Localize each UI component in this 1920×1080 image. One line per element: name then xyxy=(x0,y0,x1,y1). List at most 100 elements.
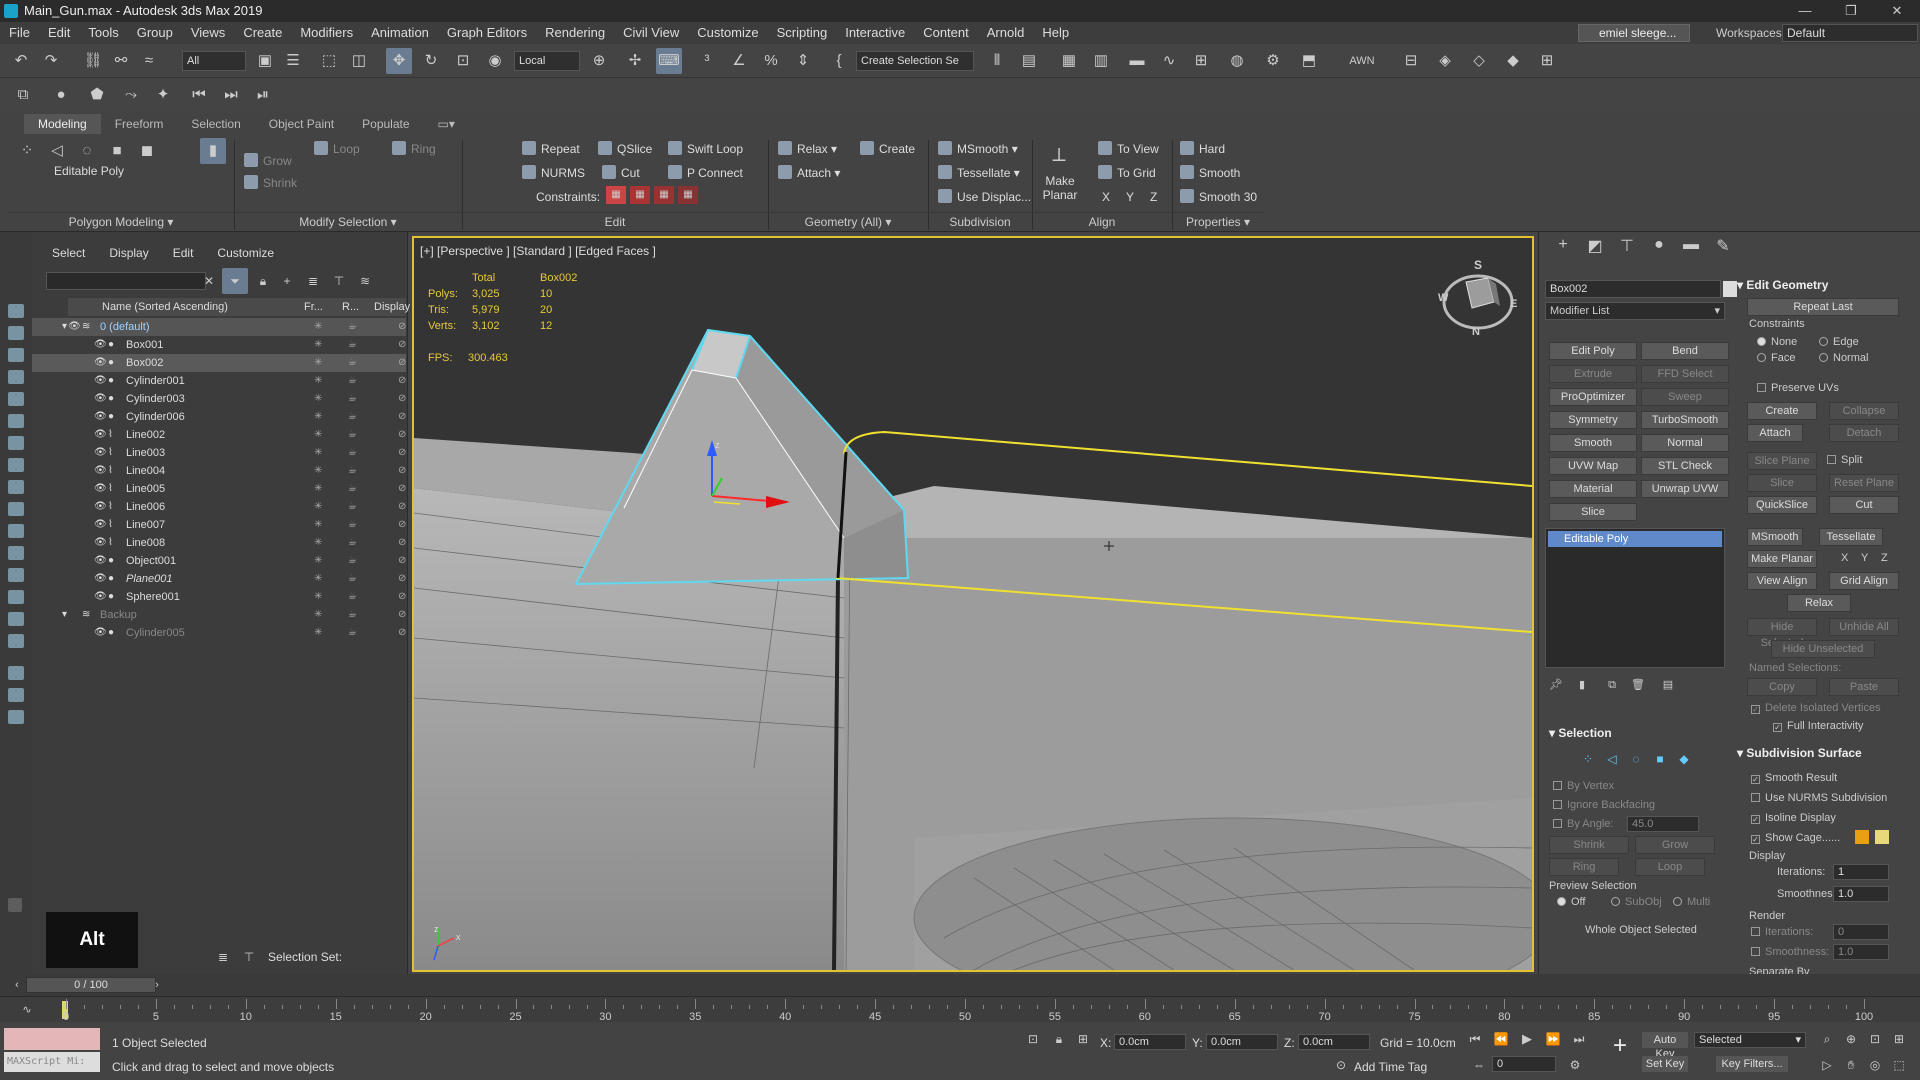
freeze-toggle-icon[interactable]: ✳ xyxy=(314,516,322,534)
renderable-toggle-icon[interactable]: ☕︎ xyxy=(348,462,357,480)
create-button[interactable]: Create xyxy=(860,140,915,158)
display-as-box-icon[interactable]: ⊘ xyxy=(398,498,406,516)
menu-customize[interactable]: Customize xyxy=(688,22,767,44)
scene-row[interactable]: 👁︎ ⌇ Line003 ✳ ☕︎ ⊘ xyxy=(32,444,406,462)
nurms-button[interactable]: NURMS xyxy=(522,164,585,182)
menu-graph-editors[interactable]: Graph Editors xyxy=(438,22,536,44)
curve-editor-icon[interactable]: ∿ xyxy=(1156,48,1182,74)
render-smoothness-spinner[interactable]: 1.0 xyxy=(1833,944,1889,960)
display-groups-icon[interactable] xyxy=(8,458,24,472)
display-as-box-icon[interactable]: ⊘ xyxy=(398,444,406,462)
sel-border-icon[interactable]: ◌ xyxy=(1623,746,1649,772)
key-mode-icon[interactable]: ⇔ xyxy=(1466,1052,1492,1078)
visibility-eye-icon[interactable]: 👁︎ xyxy=(94,336,107,354)
hierarchy-panel-icon[interactable]: ⊤ xyxy=(1611,236,1643,256)
tab-populate[interactable]: Populate xyxy=(348,114,423,134)
edit-geometry-rollout-title[interactable]: ▾ Edit Geometry xyxy=(1737,278,1828,292)
make-planar-button[interactable]: Make Planar xyxy=(1042,174,1078,202)
display-none-icon[interactable] xyxy=(8,304,24,318)
new-layer-icon[interactable]: + xyxy=(274,268,300,294)
ring-sel-button[interactable]: Ring xyxy=(1549,858,1619,876)
menu-modifiers[interactable]: Modifiers xyxy=(291,22,362,44)
menu-arnold[interactable]: Arnold xyxy=(978,22,1034,44)
constraint-edge-icon[interactable]: ▦ xyxy=(630,186,650,204)
freeze-toggle-icon[interactable]: ✳ xyxy=(314,372,322,390)
constraint-normal-icon[interactable]: ▦ xyxy=(678,186,698,204)
renderable-toggle-icon[interactable]: ☕︎ xyxy=(348,498,357,516)
reference-coord-dropdown[interactable]: Local xyxy=(514,51,580,71)
bend-tool-icon[interactable]: ⤳ xyxy=(118,82,144,108)
modifier-button[interactable]: Edit Poly xyxy=(1549,342,1637,360)
renderable-toggle-icon[interactable]: ☕︎ xyxy=(348,606,357,624)
rotate-icon[interactable]: ↻ xyxy=(418,48,444,74)
freeze-toggle-icon[interactable]: ✳ xyxy=(314,534,322,552)
display-as-box-icon[interactable]: ⊘ xyxy=(398,426,406,444)
modifier-button[interactable]: Slice xyxy=(1549,503,1637,521)
mirror-icon[interactable]: ⫴ xyxy=(984,48,1010,74)
display-as-box-icon[interactable]: ⊘ xyxy=(398,516,406,534)
edit-named-selection-icon[interactable]: { xyxy=(826,48,852,74)
set-key-button[interactable]: Set Key xyxy=(1642,1056,1688,1072)
modifier-button[interactable]: Unwrap UVW xyxy=(1641,480,1729,498)
add-time-tag-button[interactable]: Add Time Tag xyxy=(1354,1060,1427,1074)
plugin-icon-3[interactable]: ◆ xyxy=(1500,48,1526,74)
freeze-toggle-icon[interactable]: ✳ xyxy=(314,588,322,606)
scene-row[interactable]: 👁︎ ● Box001 ✳ ☕︎ ⊘ xyxy=(32,336,406,354)
scene-row[interactable]: ▾ 👁︎ ≋ 0 (default) ✳ ☕︎ ⊘ xyxy=(32,318,406,336)
visibility-eye-icon[interactable]: 👁︎ xyxy=(68,318,81,336)
constraint-edge-radio[interactable]: Edge xyxy=(1819,336,1859,348)
loop-sel-button[interactable]: Loop xyxy=(1635,858,1705,876)
filter-icon[interactable] xyxy=(8,666,24,680)
delete-isolated-checkbox[interactable]: ✓ Delete Isolated Vertices xyxy=(1751,702,1881,714)
smooth30-button[interactable]: Smooth 30 xyxy=(1180,188,1257,206)
visibility-eye-icon[interactable]: 👁︎ xyxy=(94,408,107,426)
scene-row[interactable]: ▾ ≋ Backup ✳ ☕︎ ⊘ xyxy=(32,606,406,624)
make-planar-icon[interactable]: ⟂ xyxy=(1046,142,1072,168)
time-config-icon[interactable]: ⚙ xyxy=(1562,1052,1588,1078)
scene-row[interactable]: 👁︎ ● Plane001 ✳ ☕︎ ⊘ xyxy=(32,570,406,588)
render-iterations-label[interactable]: Iterations: xyxy=(1751,926,1813,938)
configure-sets-icon[interactable]: ▤ xyxy=(1655,672,1681,698)
display-as-box-icon[interactable]: ⊘ xyxy=(398,390,406,408)
freeze-toggle-icon[interactable]: ✳ xyxy=(314,318,322,336)
renderable-toggle-icon[interactable]: ☕︎ xyxy=(348,354,357,372)
visibility-eye-icon[interactable]: 👁︎ xyxy=(94,462,107,480)
unhide-all-button[interactable]: Unhide All xyxy=(1829,618,1899,636)
grid-align-button[interactable]: Grid Align xyxy=(1829,572,1899,590)
funnel-icon[interactable] xyxy=(8,688,24,702)
menu-rendering[interactable]: Rendering xyxy=(536,22,614,44)
scene-row[interactable]: 👁︎ ● Cylinder003 ✳ ☕︎ ⊘ xyxy=(32,390,406,408)
time-slider[interactable]: 0 / 100 xyxy=(26,977,156,993)
constraint-none-radio[interactable]: None xyxy=(1757,336,1797,348)
menu-create[interactable]: Create xyxy=(234,22,291,44)
stack-item-editable-poly[interactable]: Editable Poly xyxy=(1548,531,1722,547)
expand-arrow-icon[interactable]: ▾ xyxy=(62,606,67,624)
play-icon[interactable]: ▶ xyxy=(1514,1026,1540,1052)
display-hidden-icon[interactable] xyxy=(8,568,24,582)
modifier-button[interactable]: Symmetry xyxy=(1549,411,1637,429)
scene-row[interactable]: 👁︎ ⌇ Line007 ✳ ☕︎ ⊘ xyxy=(32,516,406,534)
preserve-uvs-checkbox[interactable]: Preserve UVs xyxy=(1757,382,1839,394)
scene-explorer-icon[interactable]: ▦ xyxy=(1056,48,1082,74)
zoom-all-icon[interactable]: ⊕ xyxy=(1838,1026,1864,1052)
modifier-button[interactable]: Normal xyxy=(1641,434,1729,452)
menu-tools[interactable]: Tools xyxy=(79,22,127,44)
next-key-frame-icon[interactable]: ⏩ xyxy=(1540,1026,1566,1052)
create-geo-button[interactable]: Create xyxy=(1747,402,1817,420)
select-object-icon[interactable]: ▣ xyxy=(252,48,278,74)
show-end-result-icon[interactable]: ▮ xyxy=(1569,672,1595,698)
y-coord-field[interactable]: 0.0cm xyxy=(1206,1034,1278,1050)
maximize-viewport-icon[interactable]: ⬚ xyxy=(1886,1052,1912,1078)
grow-sel-button[interactable]: Grow xyxy=(1635,836,1715,854)
display-smoothness-spinner[interactable]: 1.0 xyxy=(1833,886,1889,902)
loop-button[interactable]: Loop xyxy=(314,140,360,158)
scale-icon[interactable]: ⊡ xyxy=(450,48,476,74)
tab-object-paint[interactable]: Object Paint xyxy=(255,114,348,134)
group-properties[interactable]: Properties ▾ xyxy=(1172,212,1264,230)
select-by-name-icon[interactable]: ☰ xyxy=(280,48,306,74)
plugin-icon-4[interactable]: ⊞ xyxy=(1534,48,1560,74)
collapse-button[interactable]: Collapse xyxy=(1829,402,1899,420)
modifier-button[interactable]: UVW Map xyxy=(1549,457,1637,475)
expand-arrow-icon[interactable]: ▾ xyxy=(62,318,67,336)
full-interactivity-checkbox[interactable]: ✓ Full Interactivity xyxy=(1773,720,1863,732)
